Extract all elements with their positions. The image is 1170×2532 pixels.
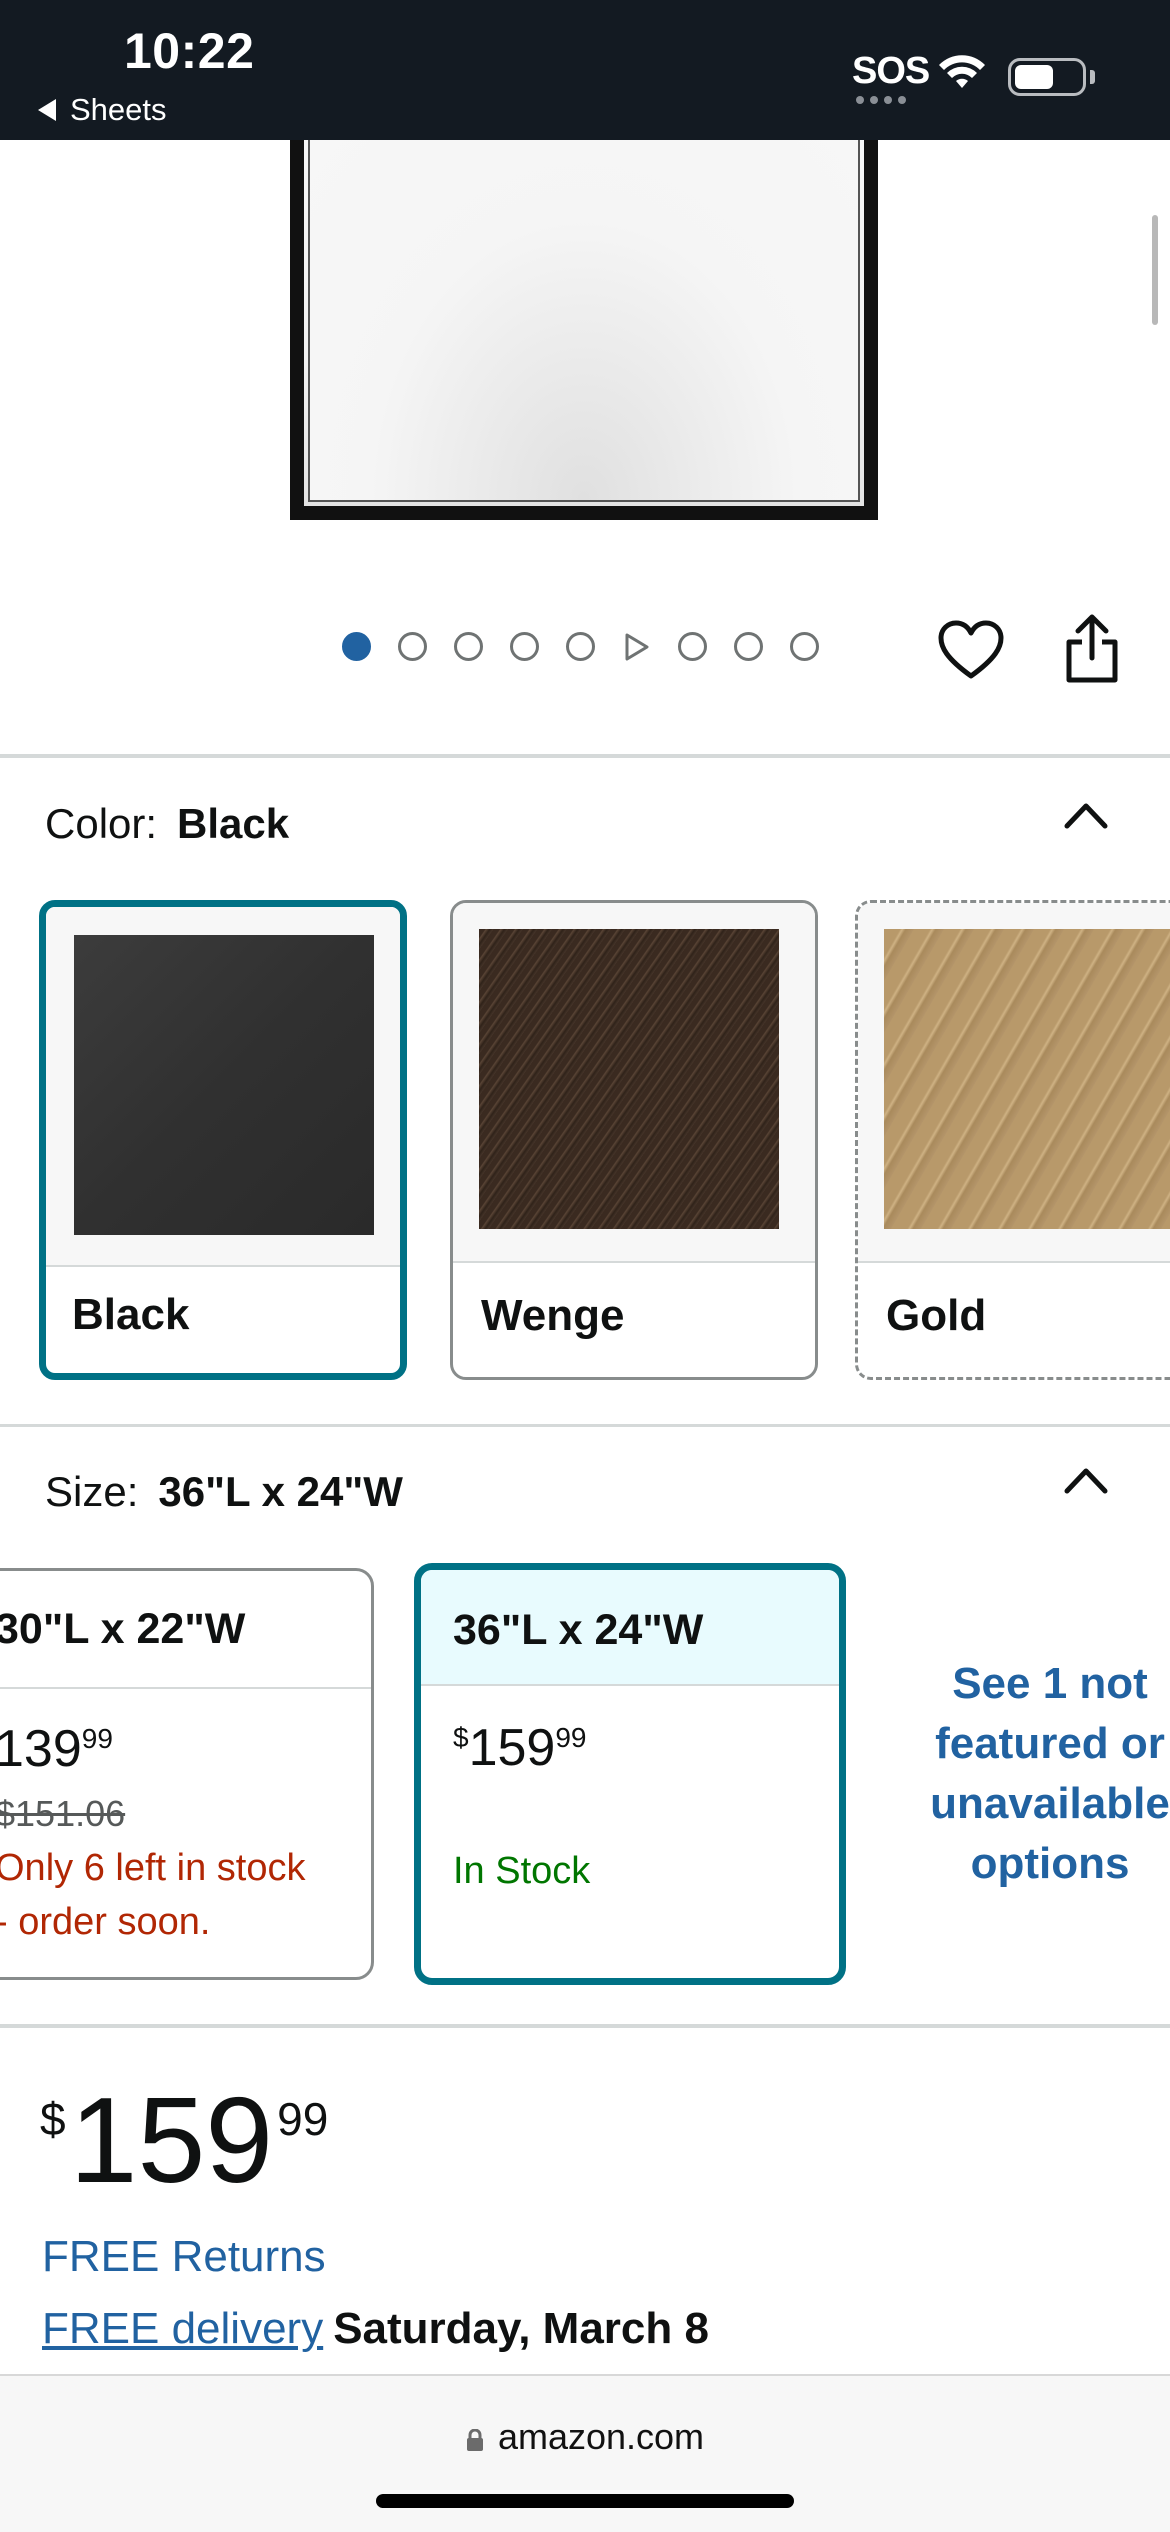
selected-size-value: 36"L x 24"W — [158, 1468, 403, 1515]
wifi-icon — [939, 55, 985, 88]
size-option-price: 13999 — [0, 1720, 113, 1778]
back-app-label: Sheets — [70, 92, 167, 127]
low-stock-message: Only 6 left in stock - order soon. — [0, 1847, 306, 1943]
battery-icon — [1008, 58, 1086, 96]
list-price: $151.06 — [0, 1793, 126, 1834]
color-option-wenge[interactable]: Wenge — [450, 900, 818, 1380]
status-time: 10:22 — [124, 23, 255, 79]
browser-address-bar[interactable]: amazon.com — [0, 2374, 1170, 2532]
in-stock-message: In Stock — [453, 1850, 591, 1892]
image-dot-5[interactable] — [566, 632, 595, 661]
image-pagination — [342, 632, 819, 661]
share-icon[interactable] — [1064, 614, 1120, 684]
section-divider — [0, 1424, 1170, 1427]
black-swatch-image — [74, 935, 374, 1235]
size-option-30x22[interactable]: 30"L x 22"W 13999 $151.06 Only 6 left in… — [0, 1568, 374, 1980]
image-dot-9[interactable] — [790, 632, 819, 661]
image-dot-8[interactable] — [734, 632, 763, 661]
color-option-label: Black — [72, 1290, 190, 1339]
gold-swatch-image — [884, 929, 1170, 1229]
wenge-swatch-image — [479, 929, 779, 1229]
image-dot-4[interactable] — [510, 632, 539, 661]
back-to-app-button[interactable]: Sheets — [38, 92, 167, 128]
product-price: $ 159 99 — [40, 2072, 329, 2208]
section-divider — [0, 2024, 1170, 2028]
back-arrow-icon — [38, 99, 56, 121]
free-delivery-link[interactable]: FREE delivery — [42, 2304, 323, 2353]
image-dot-3[interactable] — [454, 632, 483, 661]
color-option-black[interactable]: Black — [39, 900, 407, 1380]
home-indicator[interactable] — [376, 2494, 794, 2508]
selected-color-value: Black — [177, 800, 290, 847]
product-image[interactable] — [290, 140, 878, 520]
sos-indicator: SOS — [852, 50, 930, 92]
section-divider — [0, 754, 1170, 758]
size-option-title: 36"L x 24"W — [453, 1606, 704, 1654]
chevron-up-icon[interactable] — [1063, 800, 1109, 830]
status-bar: 10:22 Sheets SOS — [0, 0, 1170, 140]
size-option-title: 30"L x 22"W — [0, 1605, 246, 1653]
delivery-info: FREE delivery Saturday, March 8 — [42, 2304, 709, 2354]
color-option-label: Wenge — [481, 1291, 625, 1340]
see-more-options-link[interactable]: See 1 not featured or unavailable option… — [900, 1654, 1170, 1894]
image-dot-2[interactable] — [398, 632, 427, 661]
color-label: Color: Black — [45, 800, 290, 847]
image-dot-7[interactable] — [678, 632, 707, 661]
size-option-36x24[interactable]: 36"L x 24"W $15999 In Stock — [414, 1563, 846, 1985]
lock-icon — [466, 2429, 483, 2451]
scrollbar[interactable] — [1152, 215, 1158, 325]
color-option-label: Gold — [886, 1291, 987, 1340]
video-play-icon[interactable] — [622, 632, 651, 661]
size-label: Size: 36"L x 24"W — [45, 1468, 403, 1515]
color-option-gold[interactable]: Gold — [855, 900, 1170, 1380]
chevron-up-icon[interactable] — [1063, 1465, 1109, 1495]
free-returns-link[interactable]: FREE Returns — [42, 2232, 326, 2282]
heart-icon[interactable] — [938, 620, 1004, 682]
url-text: amazon.com — [497, 2416, 705, 2457]
signal-dots-icon — [856, 96, 906, 104]
image-dot-1[interactable] — [342, 632, 371, 661]
delivery-date: Saturday, March 8 — [333, 2304, 709, 2353]
size-option-price: $15999 — [453, 1719, 587, 1777]
